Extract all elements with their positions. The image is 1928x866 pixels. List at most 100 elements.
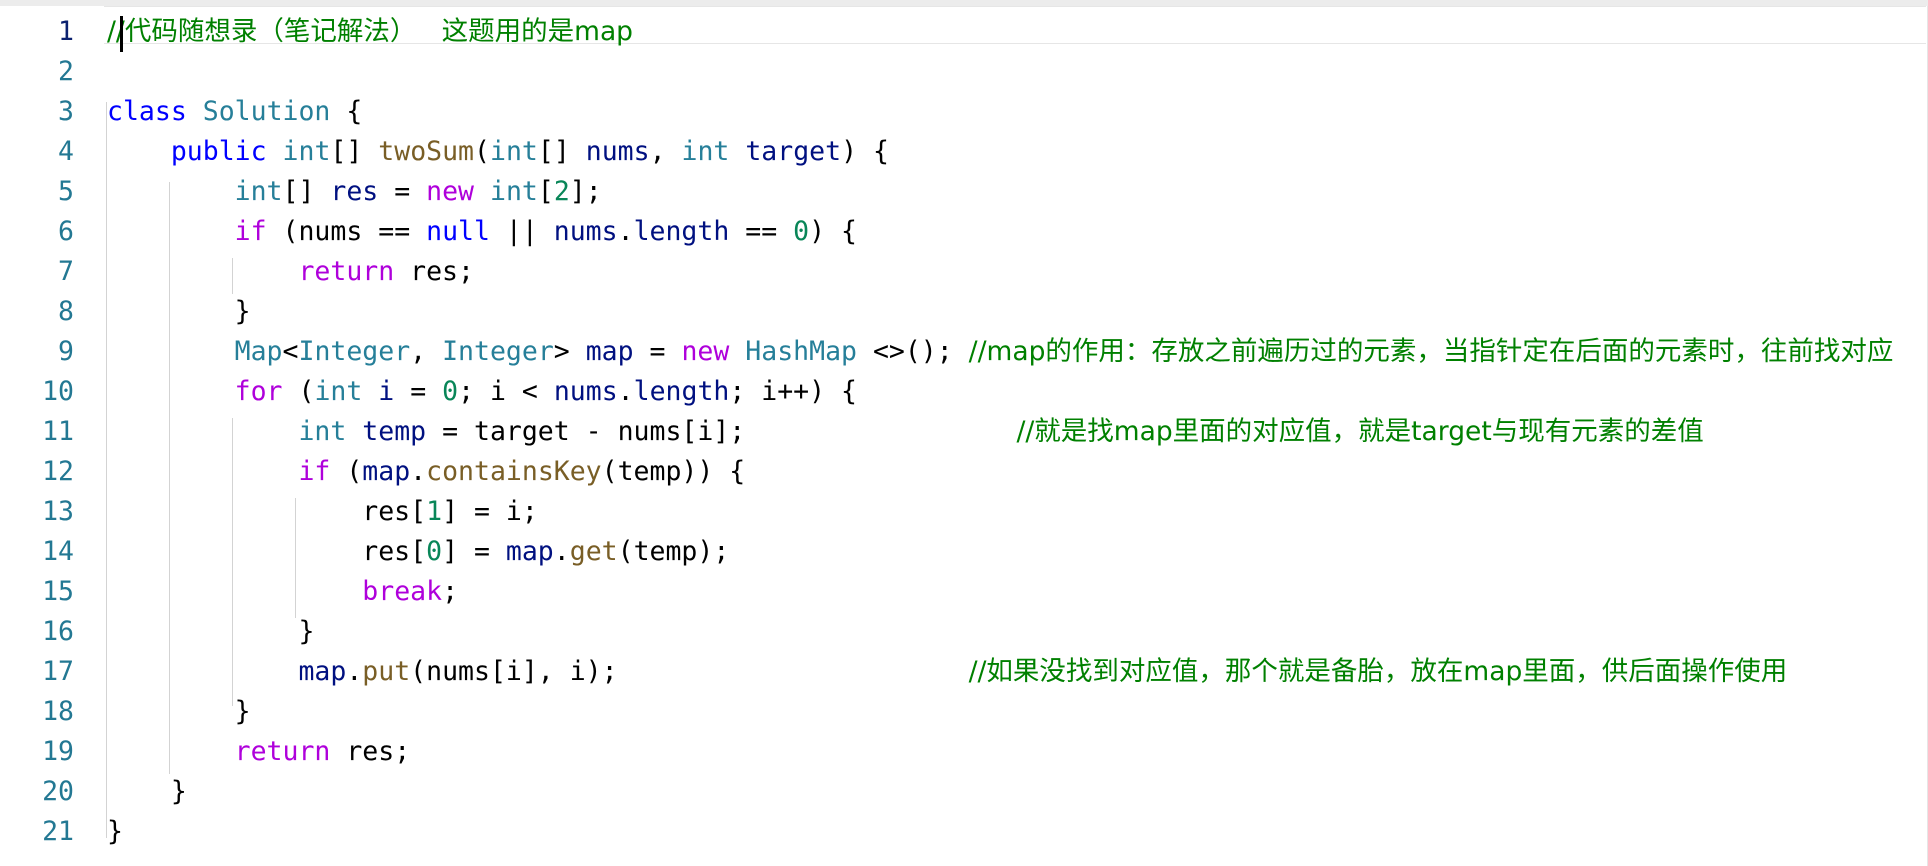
code-comment: //就是找map里面的对应值，就是target与现有元素的差值 [1016, 416, 1704, 447]
code-token: map [585, 336, 634, 367]
code-text: } [107, 292, 251, 332]
code-token: 0 [793, 216, 810, 247]
code-token: for [234, 376, 283, 407]
code-token: } [107, 816, 123, 847]
code-line[interactable]: 4 public int[] twoSum(int[] nums, int ta… [0, 132, 1928, 172]
line-number: 4 [58, 136, 74, 167]
code-text: return res; [107, 252, 474, 292]
code-text: if (map.containsKey(temp)) { [107, 452, 745, 492]
code-line[interactable]: 2 [0, 52, 1928, 92]
code-token: int [298, 416, 347, 447]
code-line[interactable]: 21} [0, 812, 1928, 852]
code-token: > [553, 336, 586, 367]
code-token: class [107, 96, 187, 127]
code-comment: //如果没找到对应值，那个就是备胎，放在map里面，供后面操作使用 [968, 656, 1788, 687]
line-number: 17 [42, 656, 74, 687]
code-line[interactable]: 18 } [0, 692, 1928, 732]
code-line[interactable]: 15 break; [0, 572, 1928, 612]
code-token: containsKey [426, 456, 602, 487]
code-token: ) { [841, 136, 889, 167]
code-token: int [489, 136, 538, 167]
code-token: Solution [202, 96, 331, 127]
line-number: 21 [42, 816, 74, 847]
code-token: map [362, 456, 411, 487]
code-line[interactable]: 6 if (nums == null || nums.length == 0) … [0, 212, 1928, 252]
code-token: . [617, 216, 634, 247]
code-token: = target - nums[i]; [426, 416, 1017, 447]
code-line[interactable]: 17 map.put(nums[i], i); //如果没找到对应值，那个就是备… [0, 652, 1928, 692]
code-token: ]; [569, 176, 602, 207]
code-token: null [426, 216, 490, 247]
code-text: } [107, 812, 123, 852]
code-token: res[ [107, 536, 427, 567]
code-token: ] = i; [442, 496, 538, 527]
code-token: i [378, 376, 395, 407]
line-number: 18 [42, 696, 74, 727]
code-token: } [107, 616, 315, 647]
code-token: nums [553, 216, 618, 247]
code-line[interactable]: 16 } [0, 612, 1928, 652]
code-token: 1 [426, 496, 443, 527]
code-token: } [107, 296, 251, 327]
code-token: get [569, 536, 618, 567]
code-line[interactable]: 13 res[1] = i; [0, 492, 1928, 532]
code-token: == [729, 216, 794, 247]
code-token: put [362, 656, 411, 687]
code-text: if (nums == null || nums.length == 0) { [107, 212, 857, 252]
code-token: ; [442, 576, 459, 607]
code-line[interactable]: 20 } [0, 772, 1928, 812]
code-token: 2 [553, 176, 570, 207]
code-line[interactable]: 19 return res; [0, 732, 1928, 772]
code-line[interactable]: 10 for (int i = 0; i < nums.length; i++)… [0, 372, 1928, 412]
line-number: 3 [58, 96, 74, 127]
code-token: target [745, 136, 842, 167]
code-token: . [410, 456, 427, 487]
code-token: [] [537, 136, 586, 167]
code-token: } [107, 696, 251, 727]
code-token: 0 [426, 536, 443, 567]
code-token: . [553, 536, 570, 567]
code-token: res; [394, 256, 474, 287]
line-number: 14 [42, 536, 74, 567]
code-line[interactable]: 5 int[] res = new int[2]; [0, 172, 1928, 212]
code-text: } [107, 772, 187, 812]
code-token: ( [282, 376, 315, 407]
code-line[interactable]: 7 return res; [0, 252, 1928, 292]
code-text: class Solution { [107, 92, 362, 132]
code-text: res[0] = map.get(temp); [107, 532, 729, 572]
code-token: map [298, 656, 347, 687]
code-line[interactable]: 12 if (map.containsKey(temp)) { [0, 452, 1928, 492]
code-line[interactable]: 3 class Solution { [0, 92, 1928, 132]
code-line[interactable]: 1 //代码随想录（笔记解法） 这题用的是map [0, 12, 1928, 52]
code-token: (nums[i], i); [410, 656, 969, 687]
code-editor[interactable]: 1 //代码随想录（笔记解法） 这题用的是map 2 3 class Solution … [0, 0, 1928, 866]
code-token: ( [474, 136, 490, 167]
code-token: Map [234, 336, 283, 367]
code-token: [] [330, 136, 379, 167]
code-line[interactable]: 14 res[0] = map.get(temp); [0, 532, 1928, 572]
code-token: new [426, 176, 475, 207]
code-token: (temp); [617, 536, 730, 567]
code-token: < [282, 336, 299, 367]
code-text: Map<Integer, Integer> map = new HashMap … [107, 332, 1894, 372]
code-text: } [107, 612, 314, 652]
code-token: ; i++) { [729, 376, 857, 407]
code-line[interactable]: 11 int temp = target - nums[i]; //就是找map… [0, 412, 1928, 452]
line-number: 8 [58, 296, 74, 327]
code-token: temp [362, 416, 427, 447]
code-token: = [633, 336, 682, 367]
code-line[interactable]: 9 Map<Integer, Integer> map = new HashMa… [0, 332, 1928, 372]
code-token: { [330, 96, 363, 127]
code-text: int[] res = new int[2]; [107, 172, 602, 212]
line-number: 10 [42, 376, 74, 407]
code-line[interactable]: 8 } [0, 292, 1928, 332]
